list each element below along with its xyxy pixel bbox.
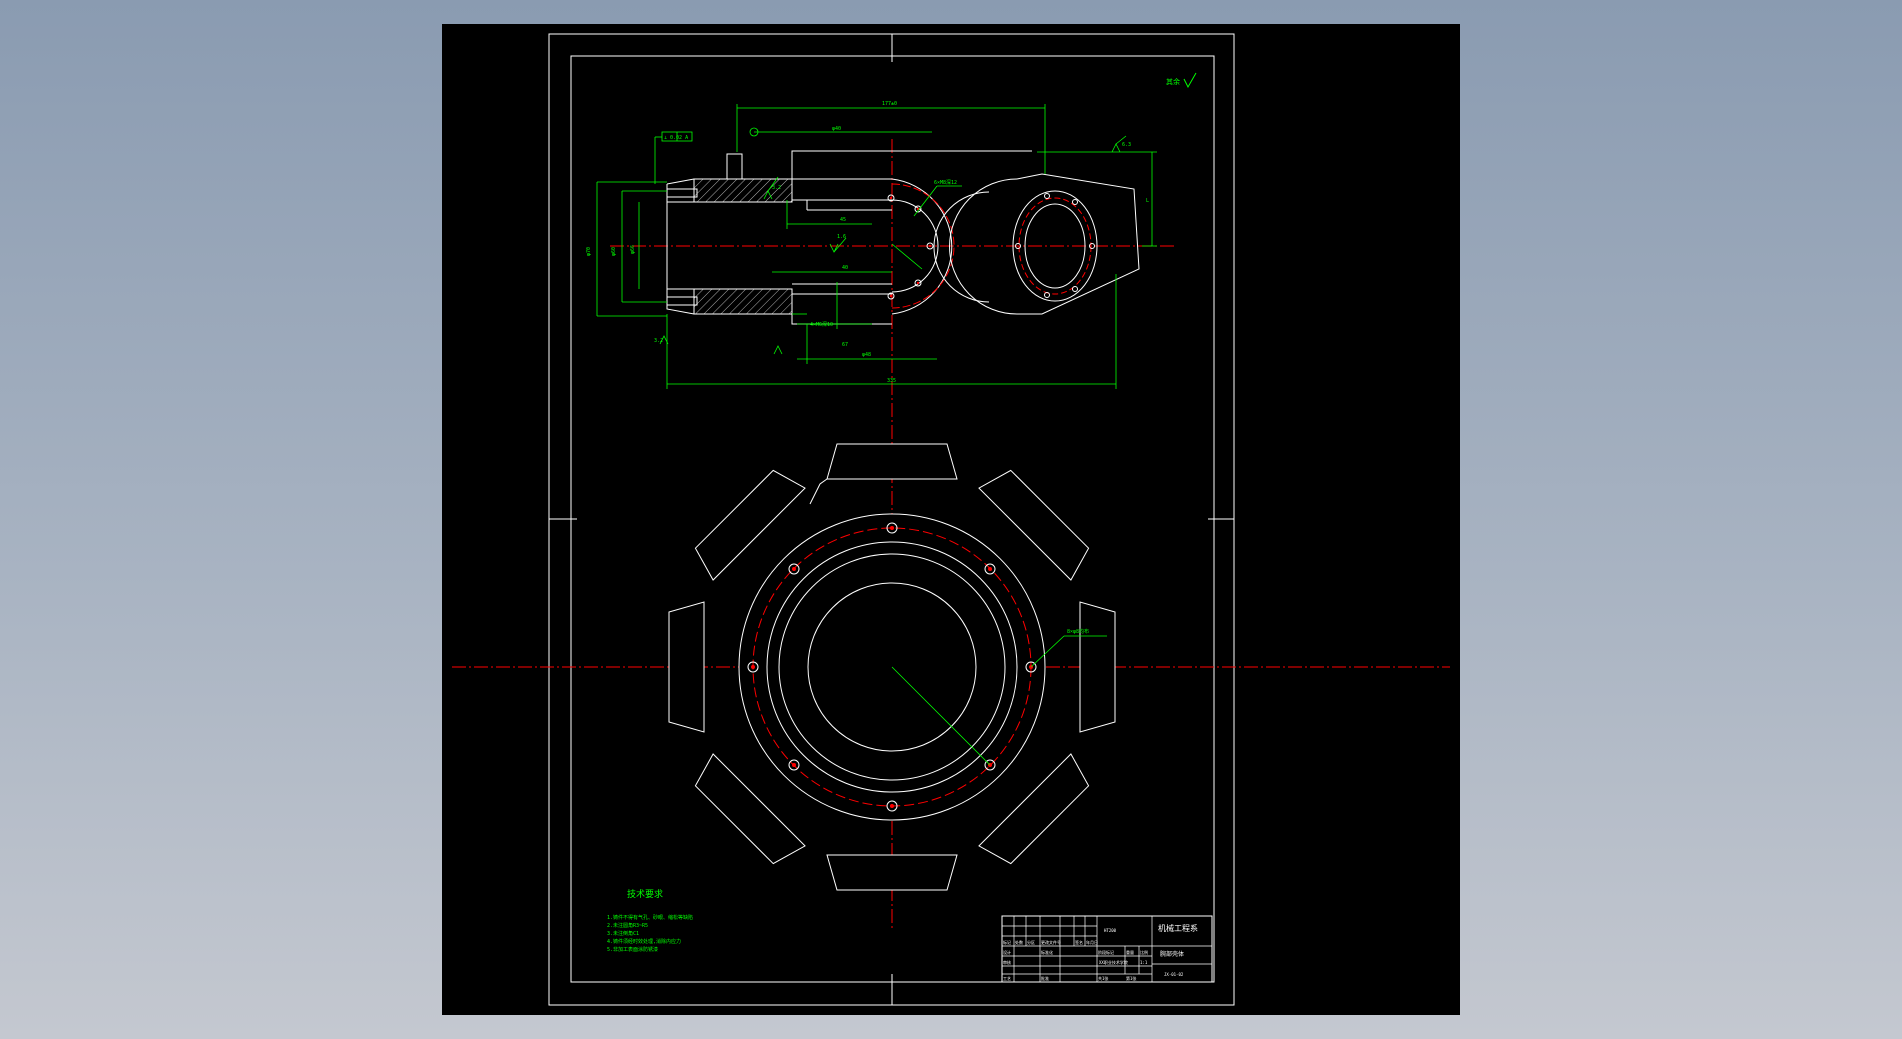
tb-checker: 审核 bbox=[1003, 959, 1011, 965]
roughness-1: 3.2 bbox=[772, 185, 781, 191]
tb-mark: 标记 bbox=[1003, 939, 1011, 945]
tb-approve: 批准 bbox=[1041, 975, 1049, 981]
tech-req-item: 5.非加工表面涂防锈漆 bbox=[607, 946, 658, 953]
tb-change-no: 更改文件号 bbox=[1041, 939, 1061, 945]
tb-scale: 1:1 bbox=[1140, 960, 1148, 965]
tb-drawing-name: 腕部壳体 bbox=[1160, 950, 1184, 958]
tb-designer: 设计 bbox=[1003, 949, 1011, 955]
hole-note-1: 6×M8深12 bbox=[934, 179, 957, 186]
hub-hole-note: 8×φ8均布 bbox=[1067, 628, 1089, 635]
tb-material: HT200 bbox=[1104, 928, 1117, 933]
tb-weight: 重量 bbox=[1126, 949, 1134, 955]
title-block: 标记 处数 分区 更改文件号 签名 年月日 设计 标准化 审核 工艺 批准 阶段… bbox=[1001, 915, 1213, 983]
dim-shaft-dia: φ40 bbox=[832, 126, 841, 132]
fin-sides bbox=[809, 478, 828, 505]
tb-ratio: 比例 bbox=[1140, 949, 1148, 955]
roughness-2: 1.6 bbox=[837, 234, 846, 240]
tb-process: 工艺 bbox=[1003, 976, 1011, 981]
tb-drawing-no: JX-01-02 bbox=[1164, 972, 1184, 977]
tech-req-item: 2.未注圆角R3~R5 bbox=[607, 922, 648, 929]
dim-small-1: 45 bbox=[840, 217, 846, 223]
dim-inner: φ66 bbox=[630, 245, 636, 254]
tech-req-item: 4.铸件须经时效处理,消除内应力 bbox=[607, 938, 681, 945]
top-dimension-texts: 335 177±0 φ40 φ70 φ60 φ66 45 40 67 φ48 L… bbox=[586, 101, 1149, 384]
dim-flange: φ70 bbox=[586, 247, 592, 256]
bottom-front-view: 8×φ8均布 bbox=[452, 443, 1450, 891]
tb-standard: 标准化 bbox=[1041, 949, 1053, 955]
drawing-canvas[interactable]: 其余 335 177±0 φ40 φ70 φ60 φ66 45 40 67 φ4… bbox=[442, 24, 1460, 1015]
roughness-3: 3.2 bbox=[654, 338, 663, 344]
dim-overall-length: 335 bbox=[887, 378, 896, 384]
roughness-4: 6.3 bbox=[1122, 142, 1131, 148]
cad-drawing: 其余 335 177±0 φ40 φ70 φ60 φ66 45 40 67 φ4… bbox=[452, 33, 1450, 1006]
tech-req-item: 1.铸件不得有气孔、砂眼、缩松等缺陷 bbox=[607, 914, 693, 921]
dim-small-2: 40 bbox=[842, 265, 848, 271]
tb-zone: 分区 bbox=[1027, 939, 1035, 945]
corner-roughness-symbol: 其余 bbox=[1166, 72, 1197, 89]
tb-part-name: 机械工程系 bbox=[1158, 923, 1198, 933]
tb-sign: 签名 bbox=[1075, 939, 1083, 945]
dim-small-4: φ48 bbox=[862, 352, 871, 358]
tb-date: 年月日 bbox=[1086, 939, 1098, 945]
tech-req-item: 3.未注倒角C1 bbox=[607, 930, 639, 937]
hole-note-2: 4×M6深10 bbox=[810, 321, 833, 328]
dim-right-height: L bbox=[1146, 198, 1149, 204]
tb-school: XX职业技术学院 bbox=[1099, 959, 1128, 965]
tb-sheet: 第1张 bbox=[1126, 975, 1136, 981]
hatch-lower bbox=[693, 288, 793, 315]
tolerance-tag: ⊥ 0.02 A bbox=[664, 135, 688, 141]
tb-stage: 阶段标记 bbox=[1098, 949, 1114, 955]
dim-hole-dia: φ60 bbox=[611, 247, 617, 256]
tech-req-title: 技术要求 bbox=[627, 888, 663, 900]
dim-small-3: 67 bbox=[842, 342, 848, 348]
corner-roughness-label: 其余 bbox=[1166, 77, 1180, 86]
technical-requirements: 技术要求 1.铸件不得有气孔、砂眼、缩松等缺陷 2.未注圆角R3~R5 3.未注… bbox=[607, 888, 693, 953]
dim-top-length: 177±0 bbox=[882, 101, 897, 107]
tb-total: 共1张 bbox=[1098, 975, 1108, 981]
tb-count: 处数 bbox=[1015, 939, 1023, 945]
cad-viewport[interactable]: 其余 335 177±0 φ40 φ70 φ60 φ66 45 40 67 φ4… bbox=[0, 0, 1902, 1039]
